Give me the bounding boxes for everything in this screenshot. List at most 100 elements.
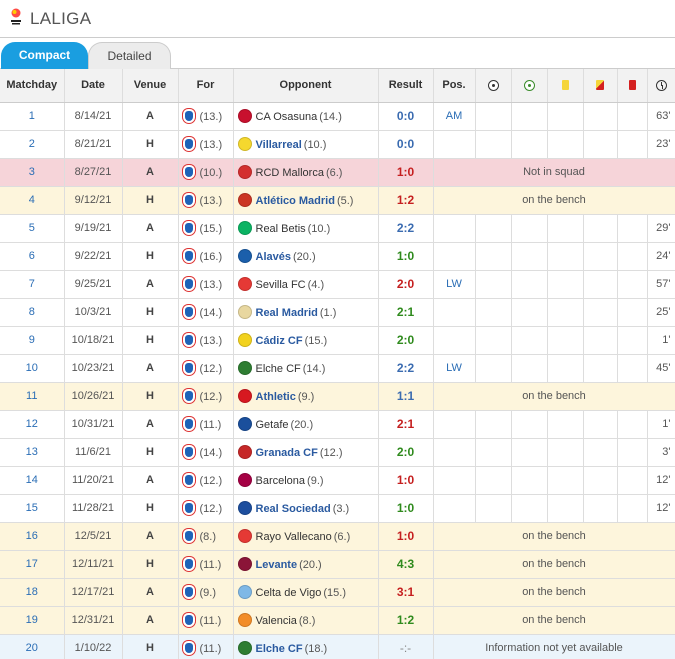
opponent-name[interactable]: Real Sociedad [256, 503, 331, 515]
opponent-name[interactable]: Real Betis [256, 223, 306, 235]
result-cell[interactable]: 2:2 [378, 354, 434, 383]
result-cell[interactable]: 1:2 [378, 186, 434, 215]
espanyol-crest-icon[interactable] [182, 277, 195, 291]
col-opponent[interactable]: Opponent [233, 69, 379, 103]
opponent-crest-icon[interactable] [237, 277, 252, 291]
matchday-cell[interactable]: 11 [0, 382, 65, 411]
opponent-name[interactable]: CA Osasuna [256, 111, 318, 123]
result-cell[interactable]: 2:0 [378, 326, 434, 355]
espanyol-crest-icon[interactable] [182, 249, 195, 263]
col-position[interactable]: Pos. [433, 69, 476, 103]
espanyol-crest-icon[interactable] [182, 417, 195, 431]
col-second-yellow[interactable] [583, 69, 618, 103]
opponent-crest-icon[interactable] [237, 613, 252, 627]
table-row[interactable]: 6 9/22/21 H (16.) Alavés (20.) 1:0 24' [0, 242, 675, 271]
col-red[interactable] [617, 69, 648, 103]
opponent-crest-icon[interactable] [237, 445, 252, 459]
opponent-crest-icon[interactable] [237, 641, 252, 655]
opponent-crest-icon[interactable] [237, 389, 252, 403]
espanyol-crest-icon[interactable] [182, 501, 195, 515]
result-cell[interactable]: 2:0 [378, 270, 434, 299]
opponent-crest-icon[interactable] [237, 585, 252, 599]
table-row[interactable]: 16 12/5/21 A (8.) Rayo Vallecano (6.) 1:0 on th… [0, 522, 675, 551]
table-row[interactable]: 18 12/17/21 A (9.) Celta de Vigo (15.) 3:1 on t… [0, 578, 675, 607]
espanyol-crest-icon[interactable] [182, 585, 195, 599]
result-cell[interactable]: 1:0 [378, 242, 434, 271]
matchday-cell[interactable]: 12 [0, 410, 65, 439]
table-row[interactable]: 14 11/20/21 A (12.) Barcelona (9.) 1:0 12' [0, 466, 675, 495]
table-row[interactable]: 4 9/12/21 H (13.) Atlético Madrid (5.) 1:2 on t… [0, 186, 675, 215]
opponent-name[interactable]: Valencia [256, 615, 297, 627]
espanyol-crest-icon[interactable] [182, 137, 195, 151]
col-venue[interactable]: Venue [122, 69, 179, 103]
matchday-cell[interactable]: 7 [0, 270, 65, 299]
col-assists[interactable] [511, 69, 548, 103]
espanyol-crest-icon[interactable] [182, 473, 195, 487]
table-row[interactable]: 7 9/25/21 A (13.) Sevilla FC (4.) 2:0 LW 57' [0, 270, 675, 299]
col-result[interactable]: Result [378, 69, 434, 103]
result-cell[interactable]: 1:2 [378, 606, 434, 635]
matchday-cell[interactable]: 18 [0, 578, 65, 607]
opponent-crest-icon[interactable] [237, 361, 252, 375]
opponent-name[interactable]: Elche CF [256, 363, 301, 375]
table-row[interactable]: 10 10/23/21 A (12.) Elche CF (14.) 2:2 LW 45' [0, 354, 675, 383]
espanyol-crest-icon[interactable] [182, 165, 195, 179]
table-row[interactable]: 1 8/14/21 A (13.) CA Osasuna (14.) 0:0 AM 63' [0, 102, 675, 131]
opponent-crest-icon[interactable] [237, 109, 252, 123]
matchday-cell[interactable]: 15 [0, 494, 65, 523]
result-cell[interactable]: 1:0 [378, 494, 434, 523]
table-row[interactable]: 17 12/11/21 H (11.) Levante (20.) 4:3 on the be… [0, 550, 675, 579]
col-date[interactable]: Date [64, 69, 123, 103]
result-cell[interactable]: 0:0 [378, 130, 434, 159]
result-cell[interactable]: 1:0 [378, 522, 434, 551]
opponent-name[interactable]: Celta de Vigo [256, 587, 322, 599]
tab-compact[interactable]: Compact [1, 42, 88, 69]
col-minutes[interactable] [647, 69, 675, 103]
table-row[interactable]: 9 10/18/21 H (13.) Cádiz CF (15.) 2:0 1' [0, 326, 675, 355]
opponent-name[interactable]: Rayo Vallecano [256, 531, 332, 543]
matchday-cell[interactable]: 5 [0, 214, 65, 243]
opponent-name[interactable]: Alavés [256, 251, 291, 263]
matchday-cell[interactable]: 2 [0, 130, 65, 159]
opponent-name[interactable]: Atlético Madrid [256, 195, 335, 207]
table-row[interactable]: 2 8/21/21 H (13.) Villarreal (10.) 0:0 23' [0, 130, 675, 159]
opponent-crest-icon[interactable] [237, 417, 252, 431]
matchday-cell[interactable]: 10 [0, 354, 65, 383]
result-cell[interactable]: 1:0 [378, 466, 434, 495]
opponent-crest-icon[interactable] [237, 137, 252, 151]
result-cell[interactable]: 1:0 [378, 158, 434, 187]
opponent-name[interactable]: Elche CF [256, 643, 303, 655]
competition-title[interactable]: LALIGA [30, 9, 91, 29]
opponent-crest-icon[interactable] [237, 249, 252, 263]
table-row[interactable]: 13 11/6/21 H (14.) Granada CF (12.) 2:0 3' [0, 438, 675, 467]
matchday-cell[interactable]: 13 [0, 438, 65, 467]
opponent-name[interactable]: Athletic [256, 391, 296, 403]
espanyol-crest-icon[interactable] [182, 193, 195, 207]
opponent-name[interactable]: Villarreal [256, 139, 302, 151]
matchday-cell[interactable]: 1 [0, 102, 65, 131]
opponent-crest-icon[interactable] [237, 305, 252, 319]
espanyol-crest-icon[interactable] [182, 445, 195, 459]
matchday-cell[interactable]: 14 [0, 466, 65, 495]
espanyol-crest-icon[interactable] [182, 641, 195, 655]
result-cell[interactable]: -:- [378, 634, 434, 659]
opponent-crest-icon[interactable] [237, 193, 252, 207]
matchday-cell[interactable]: 19 [0, 606, 65, 635]
table-row[interactable]: 19 12/31/21 A (11.) Valencia (8.) 1:2 on the be… [0, 606, 675, 635]
table-row[interactable]: 8 10/3/21 H (14.) Real Madrid (1.) 2:1 25' [0, 298, 675, 327]
result-cell[interactable]: 0:0 [378, 102, 434, 131]
table-row[interactable]: 12 10/31/21 A (11.) Getafe (20.) 2:1 1' [0, 410, 675, 439]
table-row[interactable]: 15 11/28/21 H (12.) Real Sociedad (3.) 1:0 12' [0, 494, 675, 523]
result-cell[interactable]: 2:0 [378, 438, 434, 467]
opponent-name[interactable]: Real Madrid [256, 307, 318, 319]
opponent-crest-icon[interactable] [237, 221, 252, 235]
result-cell[interactable]: 1:1 [378, 382, 434, 411]
matchday-cell[interactable]: 4 [0, 186, 65, 215]
opponent-crest-icon[interactable] [237, 501, 252, 515]
result-cell[interactable]: 4:3 [378, 550, 434, 579]
opponent-name[interactable]: Levante [256, 559, 298, 571]
espanyol-crest-icon[interactable] [182, 557, 195, 571]
matchday-cell[interactable]: 17 [0, 550, 65, 579]
matchday-cell[interactable]: 3 [0, 158, 65, 187]
espanyol-crest-icon[interactable] [182, 109, 195, 123]
